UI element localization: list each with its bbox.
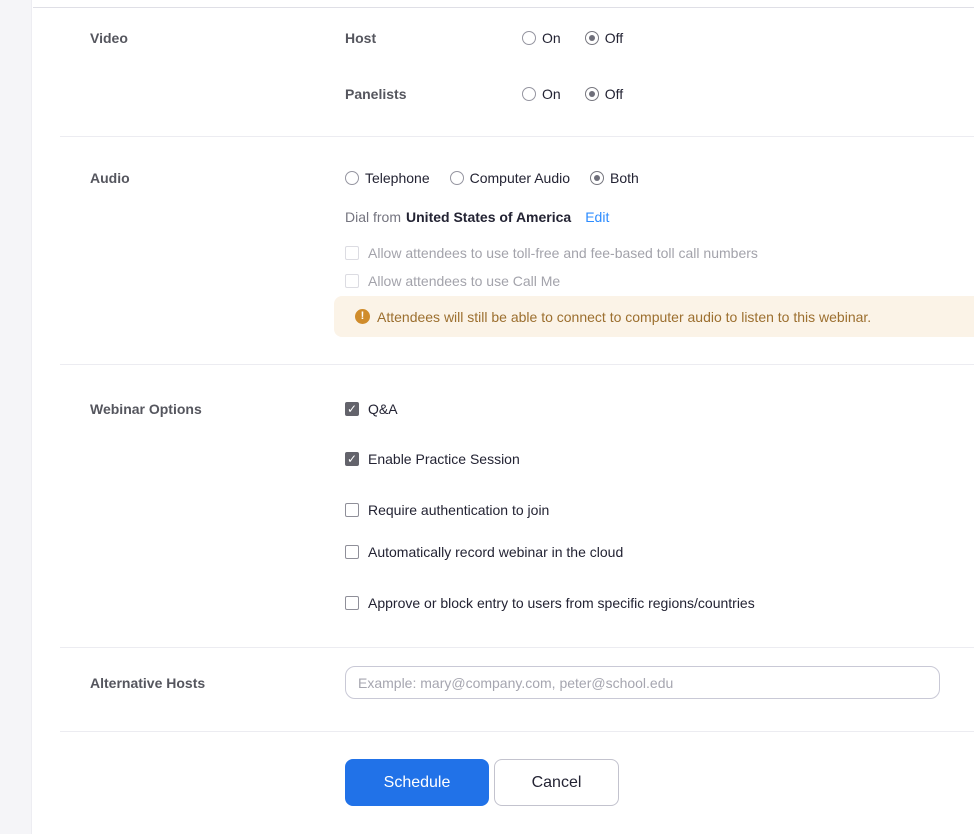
video-host-row: Host On Off [345,30,974,46]
checkbox-label: Require authentication to join [368,502,550,518]
section-label-alternative-hosts: Alternative Hosts [90,674,206,691]
checkbox-label: Allow attendees to use Call Me [368,273,561,289]
radio-audio-computer[interactable]: Computer Audio [449,170,571,186]
radio-label: Both [610,170,639,186]
radio-unselected-icon [345,171,359,185]
checkbox-label: Approve or block entry to users from spe… [368,595,755,611]
section-video: Video Host On Off Panelists On Off [33,8,974,136]
form-footer: Schedule Cancel [33,732,974,833]
warning-icon [355,309,370,324]
panelists-label: Panelists [345,86,407,102]
left-gutter [0,0,32,834]
warning-text: Attendees will still be able to connect … [377,308,872,325]
radio-label: Telephone [365,170,430,186]
radio-selected-icon [584,87,599,101]
radio-label: Off [604,30,624,46]
checkbox-unchecked-icon [345,503,359,517]
host-radio-group: On Off [522,30,647,46]
radio-audio-both[interactable]: Both [590,170,639,186]
cancel-button[interactable]: Cancel [494,759,619,806]
edit-dial-country-link[interactable]: Edit [585,209,609,225]
checkbox-qa[interactable]: Q&A [345,401,974,417]
section-audio: Audio Telephone Computer Audio Both Dial… [33,137,974,364]
video-panelists-row: Panelists On Off [345,86,974,102]
radio-label: Off [604,86,624,102]
radio-label: On [542,30,561,46]
top-divider [33,0,974,8]
dial-from-text: Dial from [345,209,402,225]
checkbox-unchecked-icon [345,274,359,288]
radio-label: On [542,86,561,102]
radio-host-on[interactable]: On [522,30,561,46]
checkbox-checked-icon [345,402,359,417]
checkbox-region-approval[interactable]: Approve or block entry to users from spe… [345,595,974,611]
section-alternative-hosts: Alternative Hosts [33,648,974,731]
checkbox-unchecked-icon [345,545,359,559]
section-label-audio: Audio [90,170,130,186]
schedule-button[interactable]: Schedule [345,759,489,806]
schedule-webinar-form: Video Host On Off Panelists On Off Audio… [33,0,974,834]
panelists-radio-group: On Off [522,86,647,102]
radio-selected-icon [584,31,599,45]
checkbox-label: Q&A [368,401,398,417]
audio-warning-banner: Attendees will still be able to connect … [334,296,974,337]
radio-unselected-icon [522,87,536,101]
checkbox-require-authentication[interactable]: Require authentication to join [345,502,974,518]
audio-radio-group: Telephone Computer Audio Both [345,170,974,186]
alternative-hosts-input[interactable] [345,666,940,699]
host-label: Host [345,30,377,46]
section-webinar-options: Webinar Options Q&A Enable Practice Sess… [33,365,974,647]
checkbox-tollfree[interactable]: Allow attendees to use toll-free and fee… [345,245,974,261]
dial-from-country: United States of America [406,209,572,225]
radio-panelists-off[interactable]: Off [584,86,624,102]
checkbox-auto-record[interactable]: Automatically record webinar in the clou… [345,544,974,560]
checkbox-practice-session[interactable]: Enable Practice Session [345,451,974,467]
checkbox-callme[interactable]: Allow attendees to use Call Me [345,273,974,289]
section-label-video: Video [90,30,128,46]
radio-selected-icon [590,171,605,185]
dial-from-row: Dial from United States of America Edit [345,209,974,225]
checkbox-unchecked-icon [345,246,359,260]
radio-host-off[interactable]: Off [584,30,624,46]
radio-unselected-icon [522,31,536,45]
checkbox-label: Automatically record webinar in the clou… [368,544,624,560]
section-label-webinar-options: Webinar Options [90,401,202,417]
radio-unselected-icon [449,171,464,185]
radio-panelists-on[interactable]: On [522,86,561,102]
radio-label: Computer Audio [469,170,571,186]
checkbox-label: Enable Practice Session [368,451,520,467]
checkbox-label: Allow attendees to use toll-free and fee… [368,245,758,261]
radio-audio-telephone[interactable]: Telephone [345,170,430,186]
checkbox-checked-icon [345,452,359,467]
checkbox-unchecked-icon [345,596,359,610]
